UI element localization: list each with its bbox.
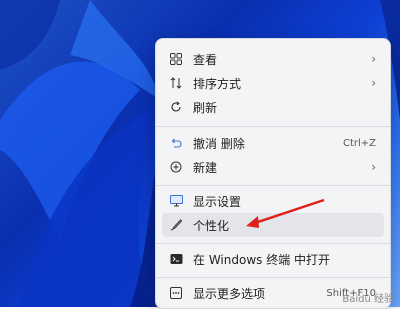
menu-item-label: 排序方式 — [193, 76, 242, 91]
menu-item-label: 撤消 删除 — [193, 136, 245, 151]
menu-item-label: 显示设置 — [193, 194, 242, 209]
sort-icon — [167, 74, 185, 92]
menu-item-label: 显示更多选项 — [193, 286, 266, 301]
watermark-text: Baidu 经验 — [342, 294, 394, 305]
menu-item-open-terminal[interactable]: 在 Windows 终端 中打开 — [162, 247, 384, 271]
menu-item-display-settings[interactable]: 显示设置 — [162, 189, 384, 213]
menu-item-sort[interactable]: 排序方式 › — [162, 71, 384, 95]
menu-item-label: 个性化 — [193, 218, 230, 233]
menu-item-personalize[interactable]: 个性化 — [162, 213, 384, 237]
new-icon — [167, 158, 185, 176]
shortcut-text: Ctrl+Z — [342, 137, 376, 149]
menu-separator — [156, 185, 390, 186]
menu-item-label: 在 Windows 终端 中打开 — [193, 252, 331, 267]
chevron-right-icon: › — [371, 52, 376, 66]
refresh-icon — [167, 98, 185, 116]
chevron-right-icon: › — [371, 160, 376, 174]
menu-item-label: 新建 — [193, 160, 218, 175]
menu-item-new[interactable]: 新建 › — [162, 155, 384, 179]
chevron-right-icon: › — [371, 76, 376, 90]
menu-separator — [156, 126, 390, 127]
menu-separator — [156, 243, 390, 244]
desktop-context-menu: 查看 › 排序方式 › 刷新 撤消 删除 Ctrl+Z 新建 › 显示设置 个性… — [155, 38, 391, 309]
menu-item-refresh[interactable]: 刷新 — [162, 95, 384, 119]
terminal-icon — [167, 250, 185, 268]
menu-item-label: 查看 — [193, 52, 218, 67]
display-icon — [167, 192, 185, 210]
menu-item-view[interactable]: 查看 › — [162, 47, 384, 71]
menu-separator — [156, 277, 390, 278]
more-options-icon — [167, 284, 185, 302]
undo-icon — [167, 134, 185, 152]
grid-icon — [167, 50, 185, 68]
brush-icon — [167, 216, 185, 234]
menu-item-label: 刷新 — [193, 100, 218, 115]
menu-item-undo-delete[interactable]: 撤消 删除 Ctrl+Z — [162, 131, 384, 155]
